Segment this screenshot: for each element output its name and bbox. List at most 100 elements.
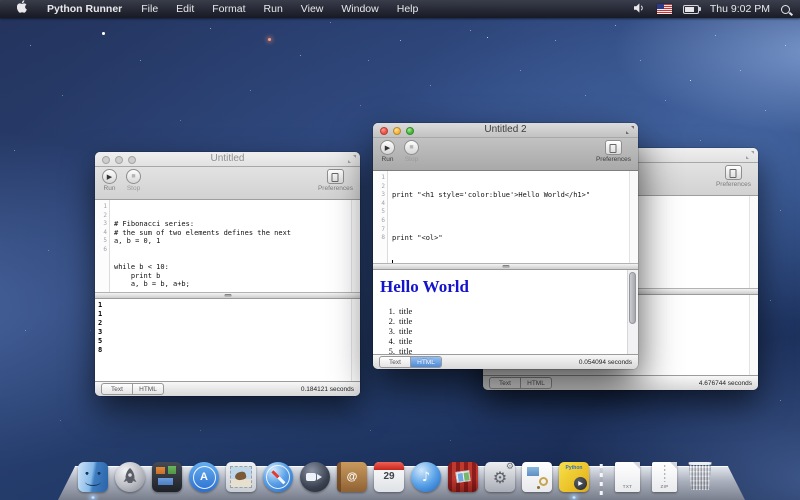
run-button[interactable]: ▶ Run — [102, 169, 117, 192]
menu-file[interactable]: File — [132, 0, 167, 18]
scrollbar-track[interactable] — [749, 196, 758, 288]
menu-run[interactable]: Run — [255, 0, 292, 18]
menu-format[interactable]: Format — [203, 0, 254, 18]
preferences-icon — [725, 165, 742, 180]
apple-menu-icon[interactable] — [8, 0, 37, 19]
trash-basket-icon — [687, 462, 713, 490]
stop-button[interactable]: ■ Stop — [404, 140, 419, 163]
photo-booth-icon — [448, 462, 478, 492]
dock-icon-calendar[interactable]: 29 — [374, 462, 404, 492]
pane-splitter[interactable] — [95, 292, 360, 299]
window2-traffic-lights — [380, 127, 414, 135]
window1-output-pane: 112 358 — [95, 299, 360, 381]
dock-icon-python-runner[interactable]: Python ▶ — [559, 462, 589, 492]
line-number-gutter: 123 456 78 — [373, 171, 388, 263]
window3-status-bar: Text HTML 4.676744 seconds — [483, 375, 758, 390]
dock-icon-preview[interactable] — [522, 462, 552, 492]
menu-window[interactable]: Window — [332, 0, 387, 18]
menu-help[interactable]: Help — [388, 0, 428, 18]
python-runner-icon: Python ▶ — [559, 462, 589, 492]
mission-control-icon — [152, 462, 182, 492]
scrollbar-track[interactable] — [351, 200, 360, 292]
stop-label: Stop — [405, 156, 418, 163]
preferences-icon — [605, 140, 622, 155]
preferences-button[interactable]: Preferences — [596, 140, 631, 163]
html-output-ordered-list: 1.title 2.title 3.title 4.title 5.title … — [373, 306, 638, 354]
scrollbar-track[interactable] — [627, 270, 638, 354]
spotlight-icon[interactable] — [781, 5, 790, 14]
html-output-heading: Hello World — [380, 277, 638, 297]
preferences-button[interactable]: Preferences — [318, 169, 353, 192]
dock-icon-photo-booth[interactable] — [448, 462, 478, 492]
app-store-icon: A — [189, 462, 219, 492]
close-button[interactable] — [102, 156, 110, 164]
text-mode-button[interactable]: Text — [102, 384, 132, 394]
dock-icon-finder[interactable] — [78, 462, 108, 492]
stop-icon: ■ — [126, 169, 141, 184]
zoom-button[interactable] — [128, 156, 136, 164]
minimize-button[interactable] — [393, 127, 401, 135]
dock-separator — [596, 462, 606, 492]
code-text[interactable]: # Fibonacci series:# the sum of two elem… — [110, 200, 360, 292]
safari-compass-icon — [263, 462, 293, 492]
play-badge-icon: ▶ — [574, 477, 587, 490]
input-source-flag-icon[interactable] — [657, 4, 672, 14]
dock-icon-facetime[interactable] — [300, 462, 330, 492]
fullscreen-icon[interactable] — [348, 155, 356, 163]
window1-traffic-lights — [102, 156, 136, 164]
battery-icon[interactable] — [683, 5, 699, 14]
stop-button[interactable]: ■ Stop — [126, 169, 141, 192]
desktop: Python Runner File Edit Format Run View … — [0, 0, 800, 500]
scrollbar-thumb[interactable] — [629, 272, 636, 324]
pane-splitter[interactable] — [373, 263, 638, 270]
fullscreen-icon[interactable] — [746, 151, 754, 159]
dock-icon-mail[interactable] — [226, 462, 256, 492]
dock-icon-trash[interactable] — [687, 462, 717, 492]
run-label: Run — [104, 185, 116, 192]
zoom-button[interactable] — [406, 127, 414, 135]
fullscreen-icon[interactable] — [626, 126, 634, 134]
window2-status-bar: Text HTML 0.054094 seconds — [373, 354, 638, 369]
facetime-camera-icon — [300, 462, 330, 492]
html-mode-button[interactable]: HTML — [520, 378, 551, 388]
scrollbar-track[interactable] — [629, 171, 638, 263]
html-mode-button[interactable]: HTML — [410, 357, 441, 367]
window1-code-editor[interactable]: 123 456 # Fibonacci series:# the sum of … — [95, 200, 360, 292]
dock-icon-app-store[interactable]: A — [189, 462, 219, 492]
volume-icon[interactable] — [633, 3, 646, 16]
window1-titlebar[interactable]: Untitled — [95, 152, 360, 167]
menu-edit[interactable]: Edit — [167, 0, 203, 18]
window2-output-pane: Hello World 1.title 2.title 3.title 4.ti… — [373, 270, 638, 354]
dock-icon-itunes[interactable]: ♪ — [411, 462, 441, 492]
dock-icon-contacts[interactable]: @ — [337, 462, 367, 492]
scrollbar-track[interactable] — [351, 299, 360, 381]
python-label: Python — [559, 465, 589, 471]
menu-view[interactable]: View — [292, 0, 333, 18]
dock-icon-system-preferences[interactable]: ⚙⚙ — [485, 462, 515, 492]
html-mode-button[interactable]: HTML — [132, 384, 163, 394]
code-text[interactable]: print "<h1 style='color:blue'>Hello Worl… — [388, 171, 638, 263]
splitter-handle-icon — [224, 294, 231, 297]
run-button[interactable]: ▶ Run — [380, 140, 395, 163]
dock-icon-safari[interactable] — [263, 462, 293, 492]
gear-icon: ⚙⚙ — [485, 462, 515, 492]
dock-icon-zip-file[interactable]: ZIP — [650, 462, 680, 492]
text-mode-button[interactable]: Text — [490, 378, 520, 388]
finder-icon — [78, 462, 108, 492]
minimize-button[interactable] — [115, 156, 123, 164]
output-mode-segmented-control: Text HTML — [379, 356, 442, 368]
window-untitled-2: Untitled 2 ▶ Run ■ Stop Preferences 123 … — [373, 123, 638, 369]
preferences-button[interactable]: Preferences — [716, 165, 751, 188]
menu-clock[interactable]: Thu 9:02 PM — [710, 3, 770, 15]
preferences-icon — [327, 169, 344, 184]
app-menu-title[interactable]: Python Runner — [37, 3, 132, 15]
dock-icon-txt-file[interactable]: TXT — [613, 462, 643, 492]
window2-code-editor[interactable]: 123 456 78 print "<h1 style='color:blue'… — [373, 171, 638, 263]
scrollbar-track[interactable] — [749, 295, 758, 375]
window2-titlebar[interactable]: Untitled 2 — [373, 123, 638, 138]
stop-icon: ■ — [404, 140, 419, 155]
dock-icon-launchpad[interactable] — [115, 462, 145, 492]
close-button[interactable] — [380, 127, 388, 135]
dock-icon-mission-control[interactable] — [152, 462, 182, 492]
text-mode-button[interactable]: Text — [380, 357, 410, 367]
